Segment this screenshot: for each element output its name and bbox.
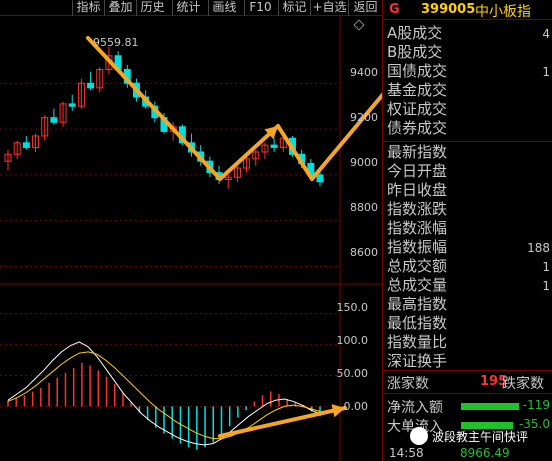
trend-arrow-line xyxy=(218,406,347,438)
candle-body xyxy=(22,142,30,148)
macd-tick-label: 150.0 xyxy=(336,301,369,314)
overlay-button[interactable]: 叠加 xyxy=(104,0,136,16)
f10-button[interactable]: F10 xyxy=(244,0,276,16)
panel-header: G 399005 中小板指 xyxy=(383,0,552,20)
quote-field-label: 指数涨跌 xyxy=(387,200,448,218)
draw-line-button[interactable]: 画线 xyxy=(208,0,240,16)
quote-field-label: 总成交额 xyxy=(387,257,448,275)
candle-body xyxy=(87,82,95,89)
price-tick-label: 9400 xyxy=(350,66,378,79)
watermark: 波段教主午间快评 xyxy=(406,426,552,446)
quote-field-label: 最新指数 xyxy=(387,143,448,161)
price-tick-label: 9200 xyxy=(350,111,378,124)
quote-panel: G 399005 中小板指 A股成交 4 B股成交 国债成交 1 基金成交 权证成交 债券成交… xyxy=(382,0,552,461)
quote-field-label: 最高指数 xyxy=(387,295,448,313)
quote-field-label: 指数涨幅 xyxy=(387,219,448,237)
quote-field-value: 188 xyxy=(527,241,550,255)
quote-field-label: 最低指数 xyxy=(387,314,448,332)
wechat-logo-icon xyxy=(410,427,428,445)
quote-field-label: 国债成交 xyxy=(387,62,448,80)
trend-arrow-line xyxy=(86,36,222,181)
quote-field-label: 债券成交 xyxy=(387,119,448,137)
candle-body xyxy=(50,117,58,123)
back-button[interactable]: 返回 xyxy=(348,0,382,16)
quote-field-label: 基金成交 xyxy=(387,81,448,99)
high-price-label: 9559.81 xyxy=(93,36,139,49)
quote-field-label: B股成交 xyxy=(387,43,443,61)
macd-lines xyxy=(7,341,321,446)
price-tick-label: 8800 xyxy=(350,201,378,214)
kline-chart[interactable]: 9400 9200 9000 8800 8600 9559.81 150.0 1… xyxy=(0,16,382,461)
mark-button[interactable]: 标记 xyxy=(278,0,310,16)
net-inflow-label: 净流入额 xyxy=(387,400,443,416)
quote-field-label: 总成交量 xyxy=(387,276,448,294)
down-count-label: 跌家数 xyxy=(502,376,544,392)
divider xyxy=(383,370,552,371)
market-badge: G xyxy=(389,2,400,17)
macd-tick-label: 50.00 xyxy=(336,367,369,380)
history-button[interactable]: 历史 xyxy=(136,0,168,16)
bottom-time: 14:58 xyxy=(389,446,424,460)
quote-field-label: 指数振幅 xyxy=(387,238,448,256)
macd-tick-label: 0.00 xyxy=(343,400,369,413)
quote-field-label: 昨日收盘 xyxy=(387,181,448,199)
quote-field-label: 权证成交 xyxy=(387,100,448,118)
quote-field-label: 今日开盘 xyxy=(387,162,448,180)
price-tick-label: 9000 xyxy=(350,156,378,169)
quote-field-value: 1 xyxy=(542,260,550,274)
quote-field-value: 1 xyxy=(542,279,550,293)
trend-arrow-line xyxy=(276,124,314,181)
watermark-text: 波段教主午间快评 xyxy=(432,430,529,444)
quote-field-value: 1 xyxy=(542,65,550,79)
statistics-button[interactable]: 统计 xyxy=(172,0,204,16)
divider xyxy=(383,141,552,142)
quote-field-value: 4 xyxy=(542,27,550,41)
add-favorite-button[interactable]: +自选 xyxy=(310,0,348,16)
macd-tick-label: 100.0 xyxy=(336,334,369,347)
up-count-label: 涨家数 xyxy=(387,376,429,392)
quote-field-label: A股成交 xyxy=(387,24,443,42)
quote-field-label: 深证换手 xyxy=(387,352,448,370)
net-inflow-bar xyxy=(461,403,519,410)
bottom-price: 8966.49 xyxy=(460,446,510,460)
net-inflow-value: -119 xyxy=(522,398,550,412)
dif-line xyxy=(7,341,321,446)
divider xyxy=(383,393,552,394)
index-code: 399005 xyxy=(421,2,476,17)
macd-histogram xyxy=(0,312,340,450)
chart-canvas xyxy=(0,16,382,461)
indicator-button[interactable]: 指标 xyxy=(72,0,104,16)
price-tick-label: 8600 xyxy=(350,246,378,259)
index-name: 中小板指 xyxy=(475,4,531,20)
candle-body xyxy=(68,103,76,107)
chart-toolbar: 指标 叠加 历史 统计 画线 F10 标记 +自选 返回 xyxy=(0,0,382,16)
candle-body xyxy=(316,174,324,183)
quote-field-label: 指数量比 xyxy=(387,333,448,351)
candle-body xyxy=(270,144,278,148)
